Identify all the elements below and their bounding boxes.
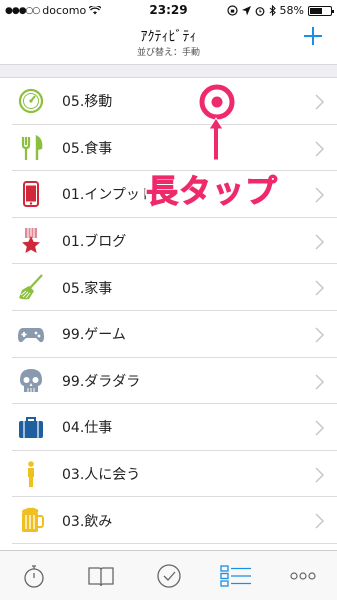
activity-label: 01.ブログ (62, 234, 127, 251)
beer-icon (22, 508, 44, 533)
list-item[interactable]: 04.仕事 (0, 404, 337, 451)
skull-icon (20, 368, 42, 392)
list-item[interactable]: 99.ダラダラ (0, 358, 337, 405)
page-title: ｱｸﾃｨﾋﾞﾃｨ (140, 29, 197, 45)
chevron-right-icon (315, 187, 325, 203)
sort-subtitle[interactable]: 並び替え：手動 (0, 45, 337, 58)
list-item[interactable]: 05.移動 (0, 78, 337, 125)
battery-percent: 58% (279, 4, 304, 17)
chevron-right-icon (315, 141, 325, 157)
tab-log[interactable] (67, 551, 134, 600)
book-icon (88, 566, 114, 586)
activity-label: 99.ゲーム (62, 327, 126, 344)
long-tap-annotation: 長タップ (145, 172, 279, 211)
clock-icon (18, 88, 44, 114)
chevron-right-icon (315, 327, 325, 343)
fork-knife-icon (21, 134, 43, 160)
tab-activities[interactable] (202, 551, 269, 600)
list-item[interactable]: 05.食事 (0, 125, 337, 172)
list-item[interactable]: 99.ゲーム (0, 311, 337, 358)
chevron-right-icon (315, 94, 325, 110)
activity-label: 03.飲み (62, 513, 113, 530)
list-item[interactable]: 05.家事 (0, 264, 337, 311)
star-ribbon-icon (22, 227, 40, 253)
chevron-right-icon (315, 467, 325, 483)
broom-icon (19, 274, 43, 300)
briefcase-icon (19, 417, 43, 439)
stopwatch-icon (24, 564, 44, 588)
rotation-lock-icon (226, 5, 238, 16)
status-bar: ●●●○○ docomo 23:29 58% (0, 0, 337, 20)
activity-label: 04.仕事 (62, 420, 113, 437)
app-screen: ●●●○○ docomo 23:29 58% ｱｸﾃｨﾋﾞﾃｨ 並び替え：手動 … (0, 0, 337, 600)
arrow-up-icon (208, 117, 224, 161)
bluetooth-icon (269, 5, 276, 16)
activity-label: 05.移動 (62, 94, 113, 111)
activity-label: 01.インプット (62, 187, 154, 204)
smartphone-icon (23, 181, 39, 208)
tab-more[interactable] (270, 551, 337, 600)
chevron-right-icon (315, 280, 325, 296)
tab-timer[interactable] (0, 551, 67, 600)
activity-list: 05.移動 05.食事 01.インプット 01.ブログ 05.家事 99.ゲーム… (0, 78, 337, 544)
alarm-icon (255, 6, 264, 16)
location-icon (241, 5, 251, 15)
check-circle-icon (156, 563, 181, 588)
activity-label: 05.家事 (62, 280, 113, 297)
add-button[interactable] (301, 24, 325, 48)
activity-label: 03.人に会う (62, 467, 141, 484)
activity-label: 05.食事 (62, 140, 113, 157)
battery-icon (308, 5, 334, 16)
navigation-bar: ｱｸﾃｨﾋﾞﾃｨ 並び替え：手動 (0, 20, 337, 64)
tab-bar (0, 550, 337, 600)
tap-target-icon (199, 84, 235, 120)
list-icon (220, 564, 251, 587)
activity-label: 99.ダラダラ (62, 373, 141, 390)
list-item[interactable]: 01.ブログ (0, 218, 337, 265)
chevron-right-icon (315, 374, 325, 390)
section-spacer (0, 64, 337, 78)
tab-review[interactable] (135, 551, 202, 600)
list-item[interactable]: 03.飲み (0, 497, 337, 544)
chevron-right-icon (315, 234, 325, 250)
gamepad-icon (18, 327, 44, 343)
list-item[interactable]: 03.人に会う (0, 451, 337, 498)
chevron-right-icon (315, 513, 325, 529)
person-icon (28, 460, 34, 487)
more-icon (290, 571, 316, 580)
chevron-right-icon (315, 420, 325, 436)
